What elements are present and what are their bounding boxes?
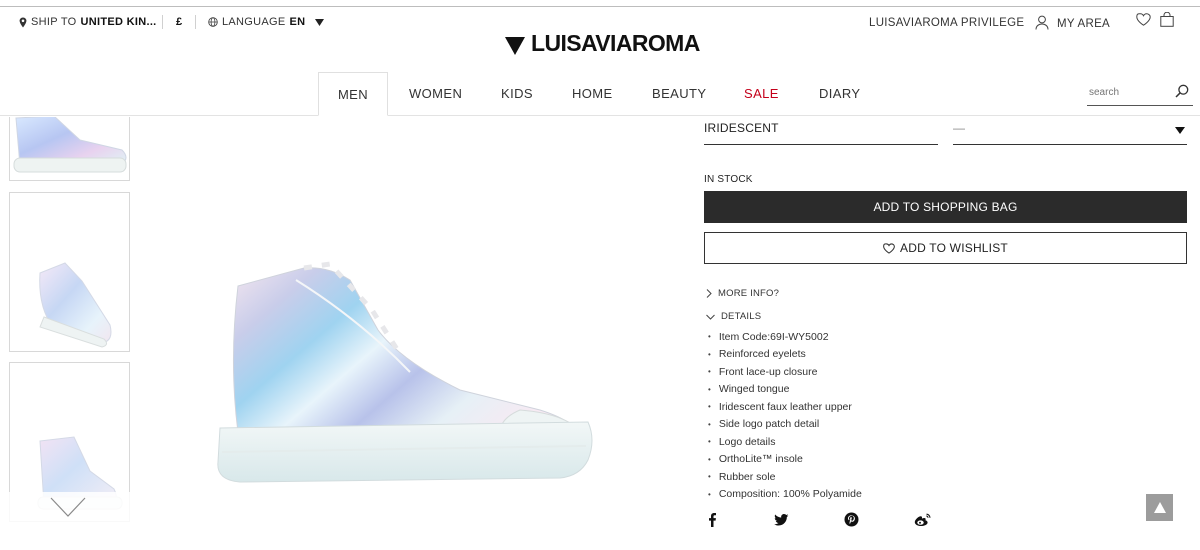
- chevron-down-icon: [706, 314, 715, 320]
- product-main-image: [217, 261, 593, 483]
- tab-sale[interactable]: SALE: [744, 86, 779, 101]
- search-icon[interactable]: [1175, 84, 1189, 98]
- currency-selector[interactable]: £: [176, 16, 182, 28]
- my-area-label: MY AREA: [1057, 18, 1111, 30]
- list-item: Rubber sole: [708, 468, 862, 486]
- heart-icon: [1136, 13, 1151, 26]
- search-box: [1087, 82, 1193, 106]
- weibo-icon[interactable]: [914, 513, 931, 527]
- stock-status: IN STOCK: [704, 174, 753, 185]
- thumbnail-image[interactable]: [9, 192, 130, 352]
- tab-diary[interactable]: DIARY: [819, 86, 861, 101]
- add-to-wishlist-label: ADD TO WISHLIST: [900, 241, 1008, 255]
- details-list: Item Code:69I-WY5002 Reinforced eyelets …: [708, 328, 862, 503]
- more-info-label: MORE INFO?: [718, 288, 780, 299]
- brand-logo[interactable]: LUISAVIAROMA: [505, 30, 700, 57]
- shopping-bag-icon: [1160, 12, 1174, 27]
- facebook-icon[interactable]: [707, 512, 717, 527]
- top-divider: [0, 6, 1200, 7]
- caret-down-icon: [315, 18, 325, 26]
- chevron-right-icon: [706, 289, 712, 298]
- currency-value: £: [176, 16, 183, 28]
- list-item: OrthoLite™ insole: [708, 451, 862, 469]
- arrow-up-icon: [1153, 502, 1166, 513]
- add-to-bag-label: ADD TO SHOPPING BAG: [873, 200, 1018, 214]
- list-item: Item Code:69I-WY5002: [708, 328, 862, 346]
- list-item: Reinforced eyelets: [708, 346, 862, 364]
- location-pin-icon: [19, 17, 27, 27]
- pinterest-icon[interactable]: [844, 512, 859, 527]
- search-input[interactable]: [1087, 82, 1167, 103]
- user-icon: [1035, 15, 1049, 30]
- twitter-icon[interactable]: [774, 514, 789, 526]
- list-item: Winged tongue: [708, 381, 862, 399]
- tab-beauty[interactable]: BEAUTY: [652, 86, 706, 101]
- sneaker-thumbnail: [13, 117, 127, 173]
- list-item: Logo details: [708, 433, 862, 451]
- privilege-link[interactable]: LUISAVIAROMA PRIVILEGE: [869, 17, 1024, 29]
- color-value: IRIDESCENT: [704, 121, 779, 135]
- divider: [195, 15, 196, 29]
- shopping-bag-link[interactable]: [1160, 12, 1174, 27]
- tab-home[interactable]: HOME: [572, 86, 613, 101]
- more-info-toggle[interactable]: MORE INFO?: [706, 288, 779, 299]
- list-item: Composition: 100% Polyamide: [708, 486, 862, 504]
- add-to-wishlist-button[interactable]: ADD TO WISHLIST: [704, 232, 1187, 264]
- ship-to-country: UNITED KIN...: [80, 16, 157, 28]
- ship-to-label: SHIP TO: [31, 16, 77, 28]
- caret-down-icon: [1175, 127, 1185, 134]
- ship-to-selector[interactable]: SHIP TO UNITED KIN...: [19, 16, 157, 28]
- tab-kids[interactable]: KIDS: [501, 86, 533, 101]
- size-selector[interactable]: —: [953, 117, 1187, 145]
- details-label: DETAILS: [721, 311, 762, 322]
- language-label: LANGUAGE: [222, 16, 286, 28]
- chevron-down-icon[interactable]: [49, 495, 87, 519]
- add-to-bag-button[interactable]: ADD TO SHOPPING BAG: [704, 191, 1187, 223]
- privilege-label: LUISAVIAROMA PRIVILEGE: [869, 17, 1025, 29]
- language-selector[interactable]: LANGUAGE EN: [208, 16, 325, 28]
- tab-women[interactable]: WOMEN: [409, 86, 462, 101]
- globe-icon: [208, 17, 218, 27]
- language-value: EN: [289, 16, 306, 28]
- list-item: Front lace-up closure: [708, 363, 862, 381]
- logo-triangle: [505, 36, 525, 55]
- details-toggle[interactable]: DETAILS: [706, 311, 761, 322]
- thumbnail-image[interactable]: [9, 117, 130, 181]
- main-nav: MEN WOMEN KIDS HOME BEAUTY SALE DIARY: [0, 72, 1200, 117]
- list-item: Side logo patch detail: [708, 416, 862, 434]
- scroll-to-top-button[interactable]: [1146, 494, 1173, 521]
- list-item: Iridescent faux leather upper: [708, 398, 862, 416]
- size-value: —: [953, 121, 965, 135]
- heart-icon: [883, 242, 895, 254]
- nav-divider: [0, 115, 1200, 116]
- thumbnail-gallery: [9, 117, 131, 550]
- color-selector[interactable]: IRIDESCENT: [704, 117, 938, 145]
- tab-men[interactable]: MEN: [318, 72, 388, 116]
- wishlist-link[interactable]: [1136, 13, 1151, 26]
- divider: [162, 15, 163, 29]
- logo-text: LUISAVIAROMA: [531, 30, 700, 56]
- my-area-link[interactable]: MY AREA: [1035, 14, 1110, 30]
- sneaker-thumbnail: [39, 262, 112, 348]
